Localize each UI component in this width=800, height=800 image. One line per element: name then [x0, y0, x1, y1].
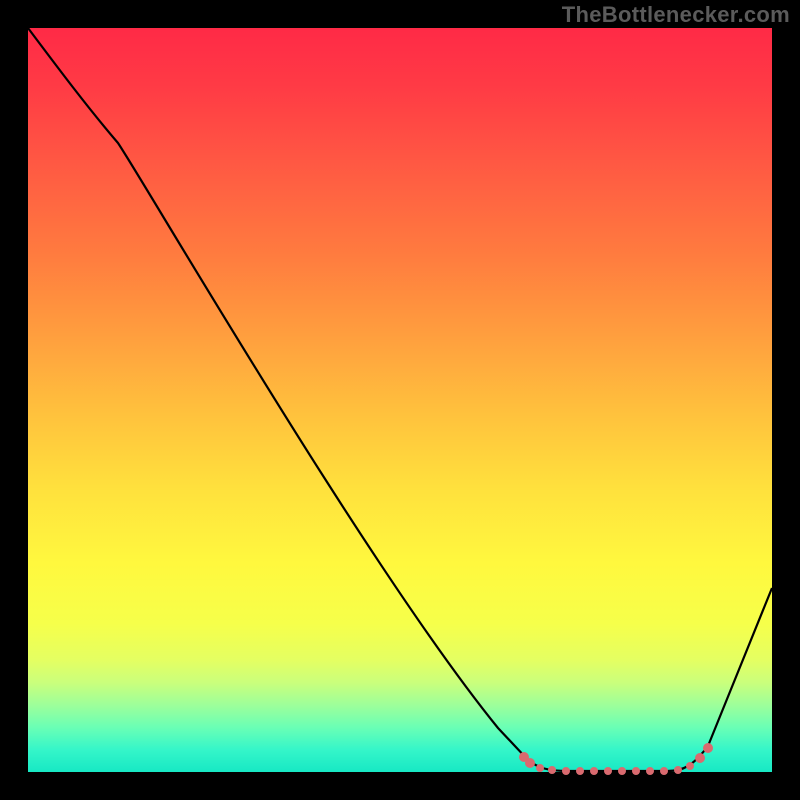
gradient-plot-area [28, 28, 772, 772]
curve-layer [28, 28, 772, 772]
bottleneck-curve [28, 28, 772, 771]
watermark-text: TheBottlenecker.com [562, 2, 790, 28]
chart-frame: TheBottlenecker.com [0, 0, 800, 800]
